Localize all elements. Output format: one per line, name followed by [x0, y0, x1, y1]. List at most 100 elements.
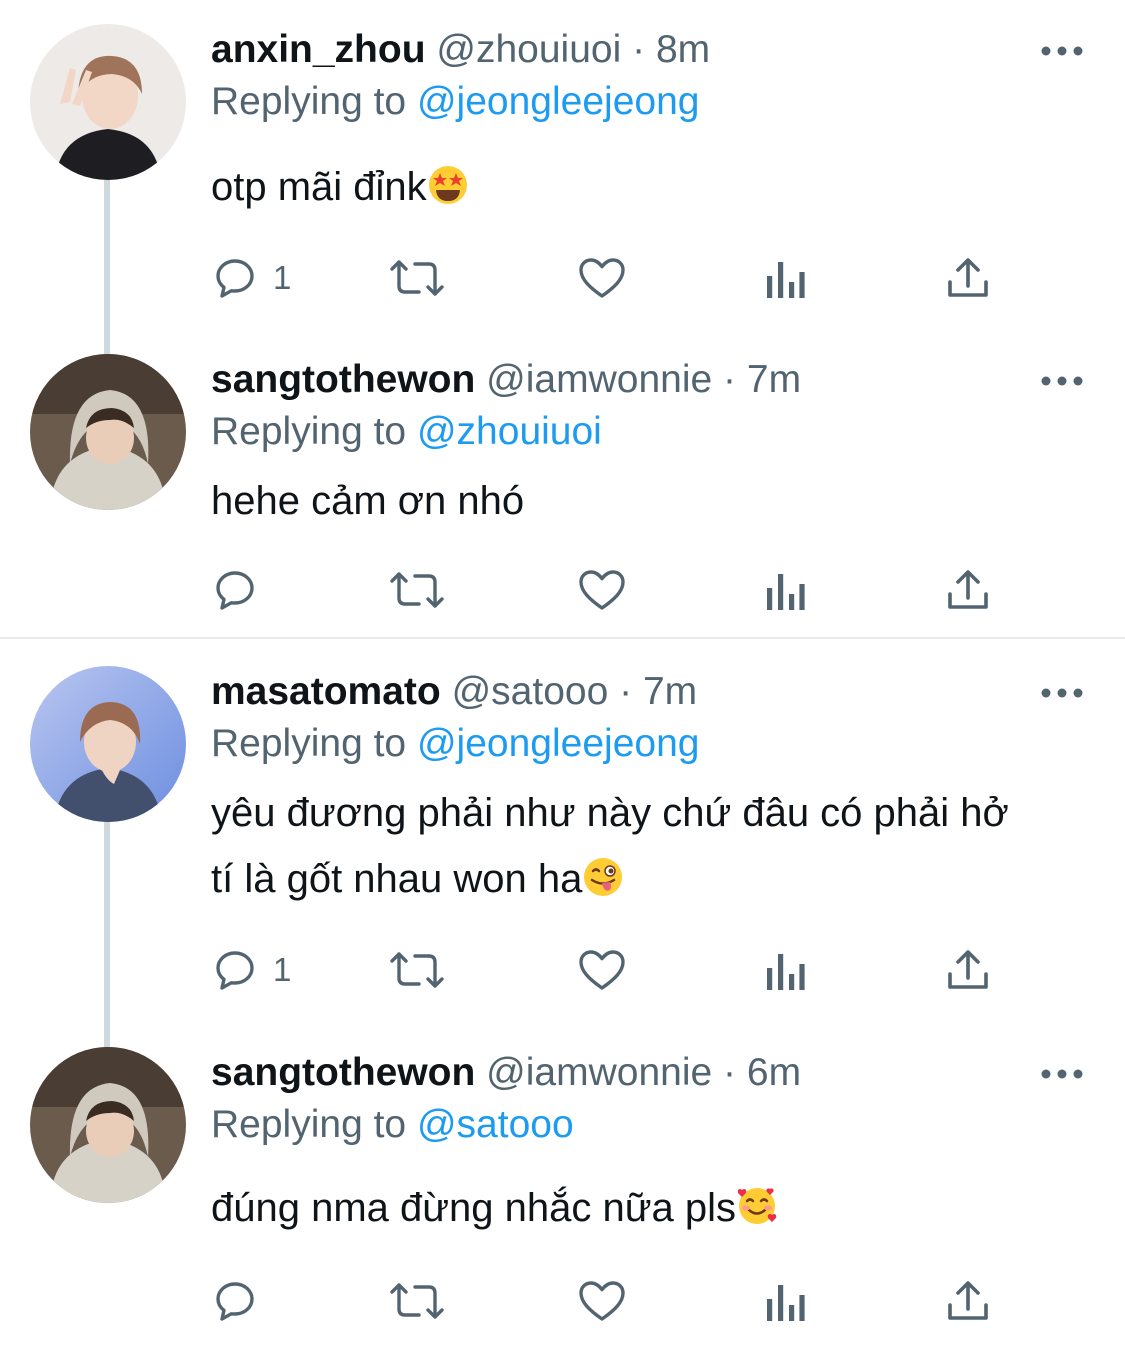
tweet[interactable]: anxin_zhou @zhouiuoi · 8m Replying to @j…	[0, 24, 1125, 324]
share-icon	[948, 950, 988, 989]
replying-to-link[interactable]: @satooo	[417, 1103, 574, 1146]
retweet-icon	[390, 952, 444, 988]
timestamp[interactable]: 6m	[747, 1051, 801, 1094]
like-button[interactable]	[577, 250, 627, 306]
handle[interactable]: @iamwonnie	[486, 1051, 712, 1094]
share-button[interactable]	[945, 562, 991, 618]
share-icon	[948, 570, 988, 609]
reply-button[interactable]	[211, 1273, 273, 1329]
separator: ·	[723, 358, 737, 401]
reply-button[interactable]	[211, 562, 273, 618]
reply-button[interactable]: 1	[211, 250, 291, 306]
timestamp[interactable]: 7m	[643, 670, 697, 713]
like-icon	[579, 570, 625, 610]
like-button[interactable]	[577, 942, 627, 998]
analytics-icon	[767, 954, 805, 990]
tweet-actions	[211, 562, 1011, 618]
retweet-icon	[390, 572, 444, 608]
reply-icon	[216, 259, 254, 298]
timestamp[interactable]: 8m	[656, 28, 710, 71]
more-icon[interactable]	[1040, 686, 1084, 700]
share-icon	[948, 1281, 988, 1320]
retweet-button[interactable]	[389, 1273, 445, 1329]
tweet-actions	[211, 1273, 1011, 1329]
like-icon	[579, 1281, 625, 1321]
replying-to-link[interactable]: @zhouiuoi	[417, 410, 602, 453]
reply-icon	[216, 571, 254, 610]
reply-icon	[216, 1282, 254, 1321]
replying-prefix: Replying to	[211, 410, 407, 453]
tweet-header: masatomato @satooo · 7m	[211, 666, 697, 718]
tweet-actions: 1	[211, 250, 1011, 306]
tweet-text-content: otp mãi đỉnk	[211, 165, 427, 209]
replying-to: Replying to @jeongleejeong	[211, 76, 699, 128]
tweet-text-content: tí là gốt nhau won ha	[211, 857, 583, 901]
replying-to: Replying to @zhouiuoi	[211, 406, 602, 458]
avatar[interactable]	[30, 666, 186, 822]
avatar[interactable]	[30, 354, 186, 510]
like-button[interactable]	[577, 1273, 627, 1329]
tweet-text-content: hehe cảm ơn nhó	[211, 479, 525, 523]
analytics-button[interactable]	[763, 1273, 807, 1329]
display-name[interactable]: sangtothewon	[211, 358, 475, 401]
more-icon[interactable]	[1040, 44, 1084, 58]
share-icon	[948, 258, 988, 297]
separator: ·	[723, 1051, 737, 1094]
tweet-header: anxin_zhou @zhouiuoi · 8m	[211, 24, 710, 76]
retweet-button[interactable]	[389, 250, 445, 306]
like-icon	[579, 950, 625, 990]
reply-count: 1	[273, 951, 292, 988]
tweet-text-line: tí là gốt nhau won ha	[211, 846, 1091, 912]
replying-to: Replying to @jeongleejeong	[211, 718, 699, 770]
avatar[interactable]	[30, 24, 186, 180]
retweet-button[interactable]	[389, 562, 445, 618]
tweet-actions: 1	[211, 942, 1011, 998]
retweet-icon	[390, 260, 444, 296]
analytics-button[interactable]	[763, 562, 807, 618]
share-button[interactable]	[945, 942, 991, 998]
tweet-text: yêu đương phải như này chứ đâu có phải h…	[211, 780, 1091, 912]
share-button[interactable]	[945, 250, 991, 306]
winking-tongue-emoji	[584, 858, 623, 896]
retweet-button[interactable]	[389, 942, 445, 998]
more-icon[interactable]	[1040, 1067, 1084, 1081]
handle[interactable]: @zhouiuoi	[436, 28, 621, 71]
timestamp[interactable]: 7m	[747, 358, 801, 401]
thread-divider	[0, 637, 1125, 639]
tweet-text: hehe cảm ơn nhó	[211, 468, 1091, 534]
separator: ·	[619, 670, 633, 713]
smiling-hearts-emoji	[737, 1188, 777, 1224]
replying-to-link[interactable]: @jeongleejeong	[417, 722, 699, 765]
tweet[interactable]: sangtothewon @iamwonnie · 7m Replying to…	[0, 354, 1125, 634]
reply-icon	[216, 951, 254, 990]
tweet-text: otp mãi đỉnk	[211, 154, 1091, 220]
separator: ·	[632, 28, 646, 71]
replying-to: Replying to @satooo	[211, 1099, 574, 1151]
analytics-button[interactable]	[763, 250, 807, 306]
like-button[interactable]	[577, 562, 627, 618]
display-name[interactable]: sangtothewon	[211, 1051, 475, 1094]
handle[interactable]: @iamwonnie	[486, 358, 712, 401]
analytics-icon	[767, 1285, 805, 1321]
share-button[interactable]	[945, 1273, 991, 1329]
replying-prefix: Replying to	[211, 722, 407, 765]
replying-to-link[interactable]: @jeongleejeong	[417, 80, 699, 123]
reply-button[interactable]: 1	[211, 942, 291, 998]
analytics-icon	[767, 574, 805, 610]
replying-prefix: Replying to	[211, 80, 407, 123]
analytics-icon	[767, 262, 805, 298]
handle[interactable]: @satooo	[452, 670, 609, 713]
display-name[interactable]: anxin_zhou	[211, 28, 426, 71]
analytics-button[interactable]	[763, 942, 807, 998]
tweet[interactable]: sangtothewon @iamwonnie · 6m Replying to…	[0, 1047, 1125, 1337]
display-name[interactable]: masatomato	[211, 670, 441, 713]
avatar[interactable]	[30, 1047, 186, 1203]
reply-count: 1	[273, 259, 292, 296]
retweet-icon	[390, 1283, 444, 1319]
like-icon	[579, 258, 625, 298]
tweet[interactable]: masatomato @satooo · 7m Replying to @jeo…	[0, 666, 1125, 1016]
more-icon[interactable]	[1040, 374, 1084, 388]
tweet-text-content: đúng nma đừng nhắc nữa pls	[211, 1186, 737, 1230]
tweet-text: đúng nma đừng nhắc nữa pls	[211, 1175, 1091, 1241]
tweet-text-line: yêu đương phải như này chứ đâu có phải h…	[211, 791, 1009, 835]
